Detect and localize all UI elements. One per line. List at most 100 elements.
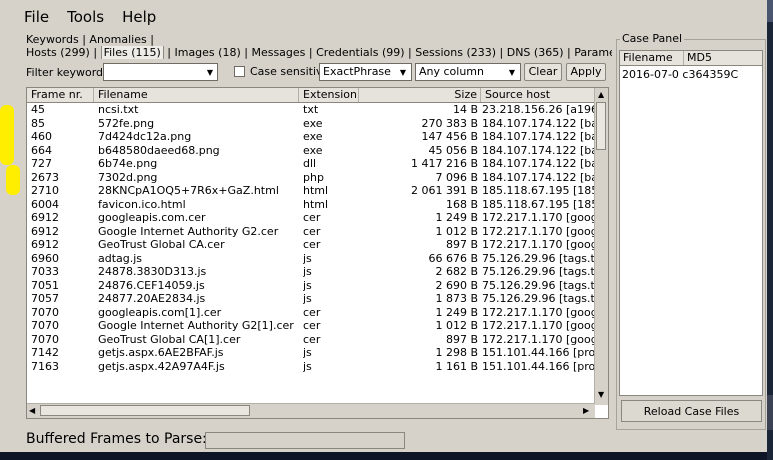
cell-extension: html xyxy=(303,184,329,197)
table-row[interactable]: 7163 getjs.aspx.42A97A4F.js js 1 161 B 151.1… xyxy=(27,360,595,374)
cell-size: 7 096 B xyxy=(435,170,478,184)
cell-filename: favicon.ico.html xyxy=(98,197,186,211)
desktop-edge-mark xyxy=(767,0,773,22)
table-row[interactable]: 7033 24878.3830D313.js js 2 682 B 75.126.29.… xyxy=(27,265,595,279)
cell-filename: 24877.20AE2834.js xyxy=(98,292,206,305)
clear-button[interactable]: Clear xyxy=(524,63,562,81)
cell-frame-nr: 7070 xyxy=(31,332,59,346)
scroll-up-icon[interactable]: ▲ xyxy=(598,90,604,99)
cell-source-host: 151.101.44.166 [prod.contextw xyxy=(482,346,595,359)
col-filename[interactable]: Filename xyxy=(94,88,299,102)
menu-help[interactable]: Help xyxy=(122,8,156,26)
table-row[interactable]: 664 b648580daeed68.png exe 45 056 B 184.107.… xyxy=(27,144,595,158)
case-sensitive-checkbox[interactable] xyxy=(234,66,245,77)
tab-parameters[interactable]: Parameters (37 xyxy=(574,46,612,59)
table-row[interactable]: 7070 googleapis.com[1].cer cer 1 249 B 172.2… xyxy=(27,306,595,320)
networkminer-window: File Tools Help Keywords | Anomalies | H… xyxy=(0,0,767,452)
column-chevron-down-icon[interactable]: ▼ xyxy=(505,64,519,80)
tab-keywords[interactable]: Keywords xyxy=(26,33,79,46)
tab-images[interactable]: Images (18) xyxy=(174,46,240,59)
vertical-scrollbar[interactable]: ▲ ▼ xyxy=(594,88,608,405)
scroll-right-icon[interactable]: ▶ xyxy=(583,406,589,415)
cell-extension: php xyxy=(303,170,324,184)
cell-filename: 24878.3830D313.js xyxy=(98,265,207,278)
table-row[interactable]: 7057 24877.20AE2834.js js 1 873 B 75.126.29.… xyxy=(27,292,595,306)
col-frame-nr[interactable]: Frame nr. xyxy=(27,88,94,102)
filter-keyword-input[interactable] xyxy=(103,63,218,81)
cell-filename: googleapis.com[1].cer xyxy=(98,305,222,319)
horizontal-scrollbar[interactable]: ◀ ▶ xyxy=(27,403,595,418)
table-row[interactable]: 460 7d424dc12a.png exe 147 456 B 184.107.174… xyxy=(27,130,595,144)
cell-source-host: 23.218.156.26 [a1961.g2.akam xyxy=(482,103,595,116)
col-source-host[interactable]: Source host xyxy=(481,88,595,102)
table-row[interactable]: 85 572fe.png exe 270 383 B 184.107.174.122 [… xyxy=(27,117,595,131)
tab-hosts[interactable]: Hosts (299) xyxy=(26,46,90,59)
cell-size: 1 873 B xyxy=(435,292,478,305)
cell-size: 1 249 B xyxy=(435,211,478,224)
scroll-left-icon[interactable]: ◀ xyxy=(29,406,35,415)
cell-source-host: 172.217.1.170 [googleapis.l.goo xyxy=(482,224,595,238)
yellow-highlight-mark-lower xyxy=(6,165,20,195)
table-header: Frame nr. Filename Extension Size Source… xyxy=(27,88,608,103)
cell-extension: js xyxy=(303,251,312,265)
cell-filename: GeoTrust Global CA[1].cer xyxy=(98,332,241,346)
table-row[interactable]: 6912 googleapis.com.cer cer 1 249 B 172.217.… xyxy=(27,211,595,225)
tab-credentials[interactable]: Credentials (99) xyxy=(316,46,404,59)
table-row[interactable]: 7142 getjs.aspx.6AE2BFAF.js js 1 298 B 151.1… xyxy=(27,346,595,360)
cell-size: 2 690 B xyxy=(435,278,478,292)
tab-dns[interactable]: DNS (365) xyxy=(507,46,564,59)
col-size[interactable]: Size xyxy=(359,88,481,102)
cell-source-host: 75.126.29.96 [tags.tagcade.con xyxy=(482,265,595,278)
horizontal-scroll-thumb[interactable] xyxy=(40,405,250,416)
cell-source-host: 184.107.174.122 [bapanivato.a xyxy=(482,130,595,143)
cell-source-host: 151.101.44.166 [prod.contextw xyxy=(482,359,595,373)
tab-sessions[interactable]: Sessions (233) xyxy=(415,46,496,59)
keyword-dropdown-icon[interactable]: ▼ xyxy=(203,64,217,80)
menu-tools[interactable]: Tools xyxy=(67,8,104,26)
table-row[interactable]: 6960 adtag.js js 66 676 B 75.126.29.96 [tags… xyxy=(27,252,595,266)
cell-extension: js xyxy=(303,359,312,373)
col-case-filename[interactable]: Filename xyxy=(623,51,673,65)
tab-files[interactable]: Files (115) xyxy=(100,46,164,59)
cell-extension: txt xyxy=(303,103,319,116)
cell-source-host: 172.217.1.170 [googleapis.l.goo xyxy=(482,238,595,251)
case-list-item[interactable]: 2016-07-0 c364359C xyxy=(622,68,738,81)
table-row[interactable]: 7070 GeoTrust Global CA[1].cer cer 897 B 172… xyxy=(27,333,595,347)
cell-size: 1 012 B xyxy=(435,319,478,332)
tab-messages[interactable]: Messages xyxy=(251,46,305,59)
yellow-highlight-mark xyxy=(0,105,14,165)
cell-filename: Google Internet Authority G2.cer xyxy=(98,224,279,238)
table-row[interactable]: 6004 favicon.ico.html html 168 B 185.118.67.… xyxy=(27,198,595,212)
cell-frame-nr: 460 xyxy=(31,130,52,143)
cell-size: 1 417 216 B xyxy=(410,157,478,170)
reload-case-files-button[interactable]: Reload Case Files xyxy=(621,400,762,422)
table-row[interactable]: 7051 24876.CEF14059.js js 2 690 B 75.126.29.… xyxy=(27,279,595,293)
table-row[interactable]: 2710 28KNCpA1OQ5+7R6x+GaZ.html html 2 061 3… xyxy=(27,184,595,198)
cell-size: 2 682 B xyxy=(435,265,478,278)
vertical-scroll-thumb[interactable] xyxy=(596,102,606,150)
table-row[interactable]: 7070 Google Internet Authority G2[1].cer c… xyxy=(27,319,595,333)
filter-bar: Filter keyword: ▼ Case sensitive ExactPh… xyxy=(26,63,613,83)
table-row[interactable]: 6912 GeoTrust Global CA.cer cer 897 B 172.21… xyxy=(27,238,595,252)
menu-file[interactable]: File xyxy=(24,8,49,26)
scroll-down-icon[interactable]: ▼ xyxy=(598,390,604,399)
col-case-md5[interactable]: MD5 xyxy=(683,51,712,65)
cell-extension: cer xyxy=(303,305,321,319)
table-row[interactable]: 45 ncsi.txt txt 14 B 23.218.156.26 [a1961.g2… xyxy=(27,103,595,117)
cell-size: 1 161 B xyxy=(435,359,478,373)
table-row[interactable]: 6912 Google Internet Authority G2.cer cer 1… xyxy=(27,225,595,239)
table-row[interactable]: 727 6b74e.png dll 1 417 216 B 184.107.174.12… xyxy=(27,157,595,171)
match-mode-chevron-down-icon[interactable]: ▼ xyxy=(396,64,410,80)
cell-frame-nr: 7163 xyxy=(31,359,59,373)
case-file-list[interactable]: Filename MD5 2016-07-0 c364359C xyxy=(619,50,763,396)
cell-extension: js xyxy=(303,278,312,292)
case-list-header: Filename MD5 xyxy=(620,51,762,66)
tab-anomalies[interactable]: Anomalies xyxy=(89,33,146,46)
cell-filename: adtag.js xyxy=(98,251,143,265)
col-extension[interactable]: Extension xyxy=(299,88,359,102)
cell-extension: js xyxy=(303,346,312,359)
cell-size: 270 383 B xyxy=(421,116,478,130)
table-row[interactable]: 2673 7302d.png php 7 096 B 184.107.174.122 [… xyxy=(27,171,595,185)
apply-button[interactable]: Apply xyxy=(566,63,606,81)
buffered-frames-progress xyxy=(205,432,405,449)
